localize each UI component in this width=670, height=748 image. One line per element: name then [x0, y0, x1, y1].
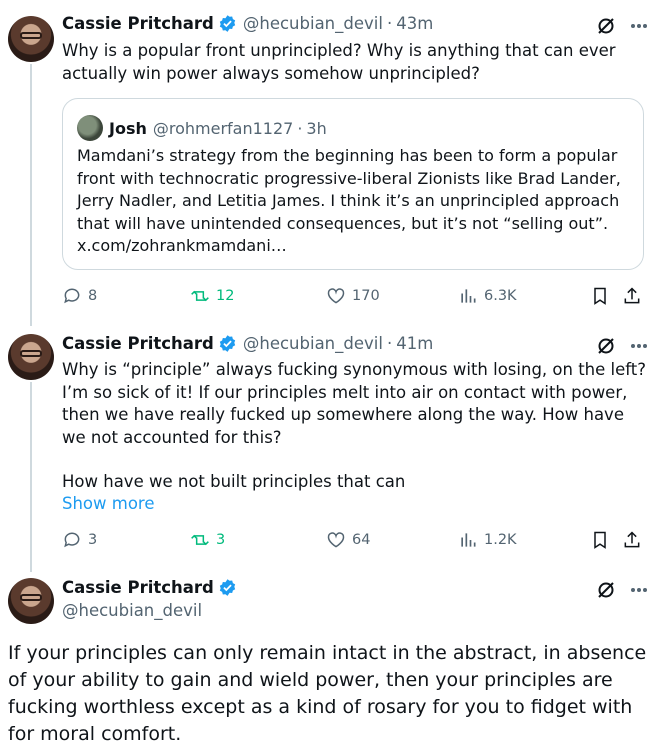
share-icon — [624, 287, 640, 304]
reply-count: 3 — [88, 532, 98, 548]
like-count: 64 — [352, 532, 371, 548]
share-icon — [624, 531, 640, 548]
more-options-icon[interactable] — [630, 587, 648, 593]
separator-dot: · — [386, 334, 393, 353]
reply-icon — [64, 532, 80, 548]
quote-author-name: Josh — [109, 118, 147, 138]
heart-icon — [327, 288, 345, 304]
author-handle[interactable]: @hecubian_devil — [243, 334, 383, 353]
author-name[interactable]: Cassie Pritchard — [62, 334, 214, 353]
analytics-icon — [461, 289, 476, 303]
timestamp[interactable]: 43m — [396, 14, 433, 33]
verified-badge-icon — [219, 15, 236, 32]
separator-dot: · — [297, 118, 303, 138]
repost-button[interactable]: 3 — [190, 530, 225, 550]
bookmark-icon — [594, 287, 606, 305]
more-options-icon[interactable] — [630, 23, 648, 29]
views-button[interactable]: 6.3K — [458, 286, 517, 306]
tweet-header: Cassie Pritchard @hecubian_devil · 43m — [62, 14, 433, 33]
view-count: 1.2K — [484, 532, 517, 548]
reply-button[interactable]: 8 — [62, 286, 97, 306]
author-handle[interactable]: @hecubian_devil — [62, 601, 202, 620]
verified-badge-icon — [219, 335, 236, 352]
quote-avatar — [77, 115, 103, 141]
more-options-icon[interactable] — [630, 343, 648, 349]
quote-author-handle: @rohmerfan1127 — [152, 118, 294, 138]
reply-button[interactable]: 3 — [62, 530, 97, 550]
tweet-text: Why is “principle” always fucking synony… — [62, 360, 647, 447]
repost-button[interactable]: 12 — [190, 286, 234, 306]
tweet-handle-row: @hecubian_devil — [62, 601, 202, 620]
reply-count: 8 — [88, 288, 98, 304]
action-bar: 3 3 64 1.2K — [62, 530, 646, 554]
quote-tweet[interactable]: Josh @rohmerfan1127 · 3h Mamdani’s strat… — [62, 98, 644, 270]
repost-count: 3 — [216, 532, 226, 548]
tweet-text: If your principles can only remain intac… — [8, 642, 647, 745]
views-button[interactable]: 1.2K — [458, 530, 517, 550]
like-button[interactable]: 170 — [326, 286, 380, 306]
show-more-link[interactable]: Show more — [62, 494, 155, 513]
reply-icon — [64, 288, 80, 304]
timestamp[interactable]: 41m — [396, 334, 433, 353]
analytics-icon — [461, 533, 476, 547]
repost-icon — [191, 290, 209, 302]
thread-line — [30, 64, 32, 326]
heart-icon — [327, 532, 345, 548]
tweet-header: Cassie Pritchard — [62, 578, 237, 597]
share-button[interactable] — [622, 530, 642, 550]
view-count: 6.3K — [484, 288, 517, 304]
verified-badge-icon — [219, 579, 236, 596]
avatar[interactable] — [8, 334, 54, 380]
tweet-header: Cassie Pritchard @hecubian_devil · 41m — [62, 334, 433, 353]
like-button[interactable]: 64 — [326, 530, 370, 550]
thread-line — [30, 382, 32, 572]
action-bar: 8 12 170 6.3K — [62, 286, 646, 310]
bookmark-icon — [594, 531, 606, 549]
avatar[interactable] — [8, 16, 54, 62]
repost-count: 12 — [216, 288, 235, 304]
grok-icon[interactable] — [596, 580, 616, 600]
separator-dot: · — [386, 14, 393, 33]
repost-icon — [191, 534, 209, 546]
quote-text: Mamdani’s strategy from the beginning ha… — [77, 146, 621, 255]
bookmark-button[interactable] — [590, 286, 610, 306]
author-handle[interactable]: @hecubian_devil — [243, 14, 383, 33]
author-name[interactable]: Cassie Pritchard — [62, 14, 214, 33]
avatar[interactable] — [8, 578, 54, 624]
grok-icon[interactable] — [596, 16, 616, 36]
author-name[interactable]: Cassie Pritchard — [62, 578, 214, 597]
grok-icon[interactable] — [596, 336, 616, 356]
bookmark-button[interactable] — [590, 530, 610, 550]
tweet-text-continued: How have we not built principles that ca… — [62, 472, 406, 491]
like-count: 170 — [352, 288, 380, 304]
quote-timestamp: 3h — [306, 118, 327, 138]
share-button[interactable] — [622, 286, 642, 306]
tweet-text: Why is a popular front unprincipled? Why… — [62, 41, 616, 83]
